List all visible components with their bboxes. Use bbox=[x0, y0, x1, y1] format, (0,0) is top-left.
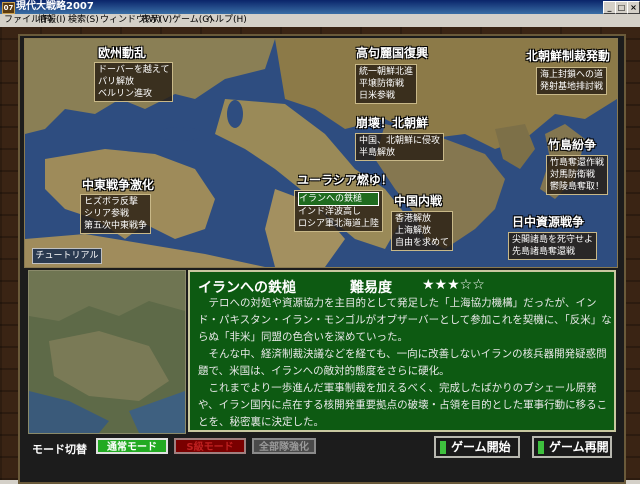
menu-help[interactable]: ヘルプ(H) bbox=[206, 14, 247, 27]
normal-mode-button[interactable]: 通常モード bbox=[96, 438, 168, 454]
region-goguryeo-title: 高句麗国復興 bbox=[356, 46, 429, 60]
description-paragraph: これまでより一歩進んだ軍事制裁を加えるべく、完成したばかりのブシェール原発や、イ… bbox=[198, 382, 608, 428]
scenario-item[interactable]: シリア参戦 bbox=[84, 208, 147, 220]
region-europe-list: ドーバーを越えて パリ解放 ベルリン進攻 bbox=[94, 62, 174, 102]
bottom-bar: モード切替 通常モード S級モード 全部隊強化 ゲーム開始 ゲーム再開 bbox=[24, 436, 616, 460]
scenario-item[interactable]: 自由を求めて bbox=[395, 237, 449, 249]
scenario-item[interactable]: パリ解放 bbox=[98, 76, 169, 88]
scenario-item[interactable]: インド洋波高し bbox=[298, 206, 379, 218]
scenario-item[interactable]: ドーバーを越えて bbox=[98, 64, 169, 76]
game-start-label: ゲーム開始 bbox=[451, 440, 511, 454]
region-resource-war-list: 尖閣諸島を死守せよ 先島諸島奪還戦 bbox=[508, 232, 598, 260]
game-resume-label: ゲーム再開 bbox=[549, 440, 609, 454]
difficulty-label: 難易度 bbox=[350, 280, 392, 296]
region-eurasia-list: イランへの鉄槌 インド洋波高し ロシア軍北海道上陸 bbox=[294, 190, 384, 232]
scenario-item[interactable]: 半島解放 bbox=[359, 147, 440, 159]
scenario-item[interactable]: 中国、北朝鮮に侵攻 bbox=[359, 135, 440, 147]
scenario-item[interactable]: 上海解放 bbox=[395, 225, 449, 237]
s-mode-button[interactable]: S級モード bbox=[174, 438, 246, 454]
difficulty-stars: ★★★☆☆ bbox=[422, 277, 485, 293]
region-nk-collapse-title: 崩壊！北朝鮮 bbox=[356, 116, 429, 130]
scenario-item[interactable]: 香港解放 bbox=[395, 213, 449, 225]
scenario-minimap bbox=[28, 270, 186, 434]
region-takeshima-list: 竹島奪還作戦 対馬防衛戦 鬱陵島奪取！ bbox=[546, 155, 609, 195]
scenario-item-selected[interactable]: イランへの鉄槌 bbox=[298, 192, 380, 206]
app-icon: 07 bbox=[2, 2, 15, 14]
scenario-title: イランへの鉄槌 bbox=[198, 280, 296, 296]
menu-bar: ファイル(F) 情報(I) 検索(S) ウィンドウ(W) 表示(V) ゲーム(G… bbox=[0, 14, 640, 27]
region-mideast-list: ヒズボラ反撃 シリア参戦 第五次中東戦争 bbox=[80, 194, 152, 234]
region-china-civil-war-title: 中国内戦 bbox=[394, 194, 443, 208]
region-mideast-title: 中東戦争激化 bbox=[82, 178, 155, 192]
region-china-civil-war-list: 香港解放 上海解放 自由を求めて bbox=[391, 211, 454, 251]
description-paragraph: テロへの対処や資源協力を主目的として発足した「上海協力機構」だったが、インド・パ… bbox=[198, 297, 612, 343]
scenario-item[interactable]: 発射基地排討戦 bbox=[540, 81, 603, 93]
scenario-item[interactable]: 平壌防衛戦 bbox=[359, 78, 413, 90]
scenario-item[interactable]: ロシア軍北海道上陸 bbox=[298, 218, 379, 230]
resume-indicator-icon bbox=[538, 441, 544, 454]
scenario-item[interactable]: 先島諸島奪還戦 bbox=[512, 246, 593, 258]
scenario-description-panel: イランへの鉄槌 難易度 ★★★☆☆ テロへの対処や資源協力を主目的として発足した… bbox=[188, 270, 616, 432]
minimap-terrain bbox=[29, 271, 185, 433]
scenario-item[interactable]: 海上封鎖への道 bbox=[540, 69, 603, 81]
start-indicator-icon bbox=[440, 441, 446, 454]
scenario-item[interactable]: ベルリン進攻 bbox=[98, 88, 169, 100]
region-goguryeo-list: 統一朝鮮北進 平壌防衛戦 日米参戦 bbox=[355, 64, 418, 104]
scenario-description: テロへの対処や資源協力を主目的として発足した「上海協力機構」だったが、インド・パ… bbox=[198, 295, 612, 431]
region-takeshima-title: 竹島紛争 bbox=[548, 138, 597, 152]
scenario-item[interactable]: 鬱陵島奪取！ bbox=[550, 181, 604, 193]
scenario-item[interactable]: 竹島奪還作戦 bbox=[550, 157, 604, 169]
game-resume-button[interactable]: ゲーム再開 bbox=[532, 436, 612, 458]
tutorial-button[interactable]: チュートリアル bbox=[32, 248, 102, 264]
region-nk-collapse-list: 中国、北朝鮮に侵攻 半島解放 bbox=[355, 133, 445, 161]
region-nk-sanction-title: 北朝鮮制裁発動 bbox=[526, 49, 611, 63]
close-button[interactable]: × bbox=[627, 1, 640, 14]
menu-info[interactable]: 情報(I) bbox=[38, 14, 66, 27]
region-eurasia-title: ユーラシア燃ゆ！ bbox=[297, 173, 393, 187]
scenario-item[interactable]: 尖閣諸島を死守せよ bbox=[512, 234, 593, 246]
description-paragraph: そんな中、経済制裁決議などを経ても、一向に改善しないイランの核兵器開発疑惑問題で… bbox=[198, 348, 607, 377]
scenario-item[interactable]: 対馬防衛戦 bbox=[550, 169, 604, 181]
scenario-item[interactable]: 統一朝鮮北進 bbox=[359, 66, 413, 78]
region-nk-sanction-list: 海上封鎖への道 発射基地排討戦 bbox=[536, 67, 608, 95]
scenario-item[interactable]: 日米参戦 bbox=[359, 90, 413, 102]
menu-view[interactable]: 表示(V) bbox=[141, 14, 172, 27]
menu-search[interactable]: 検索(S) bbox=[68, 14, 99, 27]
mode-switch-label: モード切替 bbox=[32, 443, 87, 456]
region-resource-war-title: 日中資源戦争 bbox=[512, 215, 585, 229]
title-bar: 07 現代大戦略2007 _ □ × bbox=[0, 0, 640, 14]
scenario-item[interactable]: ヒズボラ反撃 bbox=[84, 196, 147, 208]
window-title: 現代大戦略2007 bbox=[16, 1, 94, 12]
game-start-button[interactable]: ゲーム開始 bbox=[434, 436, 520, 458]
all-units-boost-button[interactable]: 全部隊強化 bbox=[252, 438, 316, 454]
scenario-item[interactable]: 第五次中東戦争 bbox=[84, 220, 147, 232]
region-europe-title: 欧州動乱 bbox=[98, 46, 147, 60]
